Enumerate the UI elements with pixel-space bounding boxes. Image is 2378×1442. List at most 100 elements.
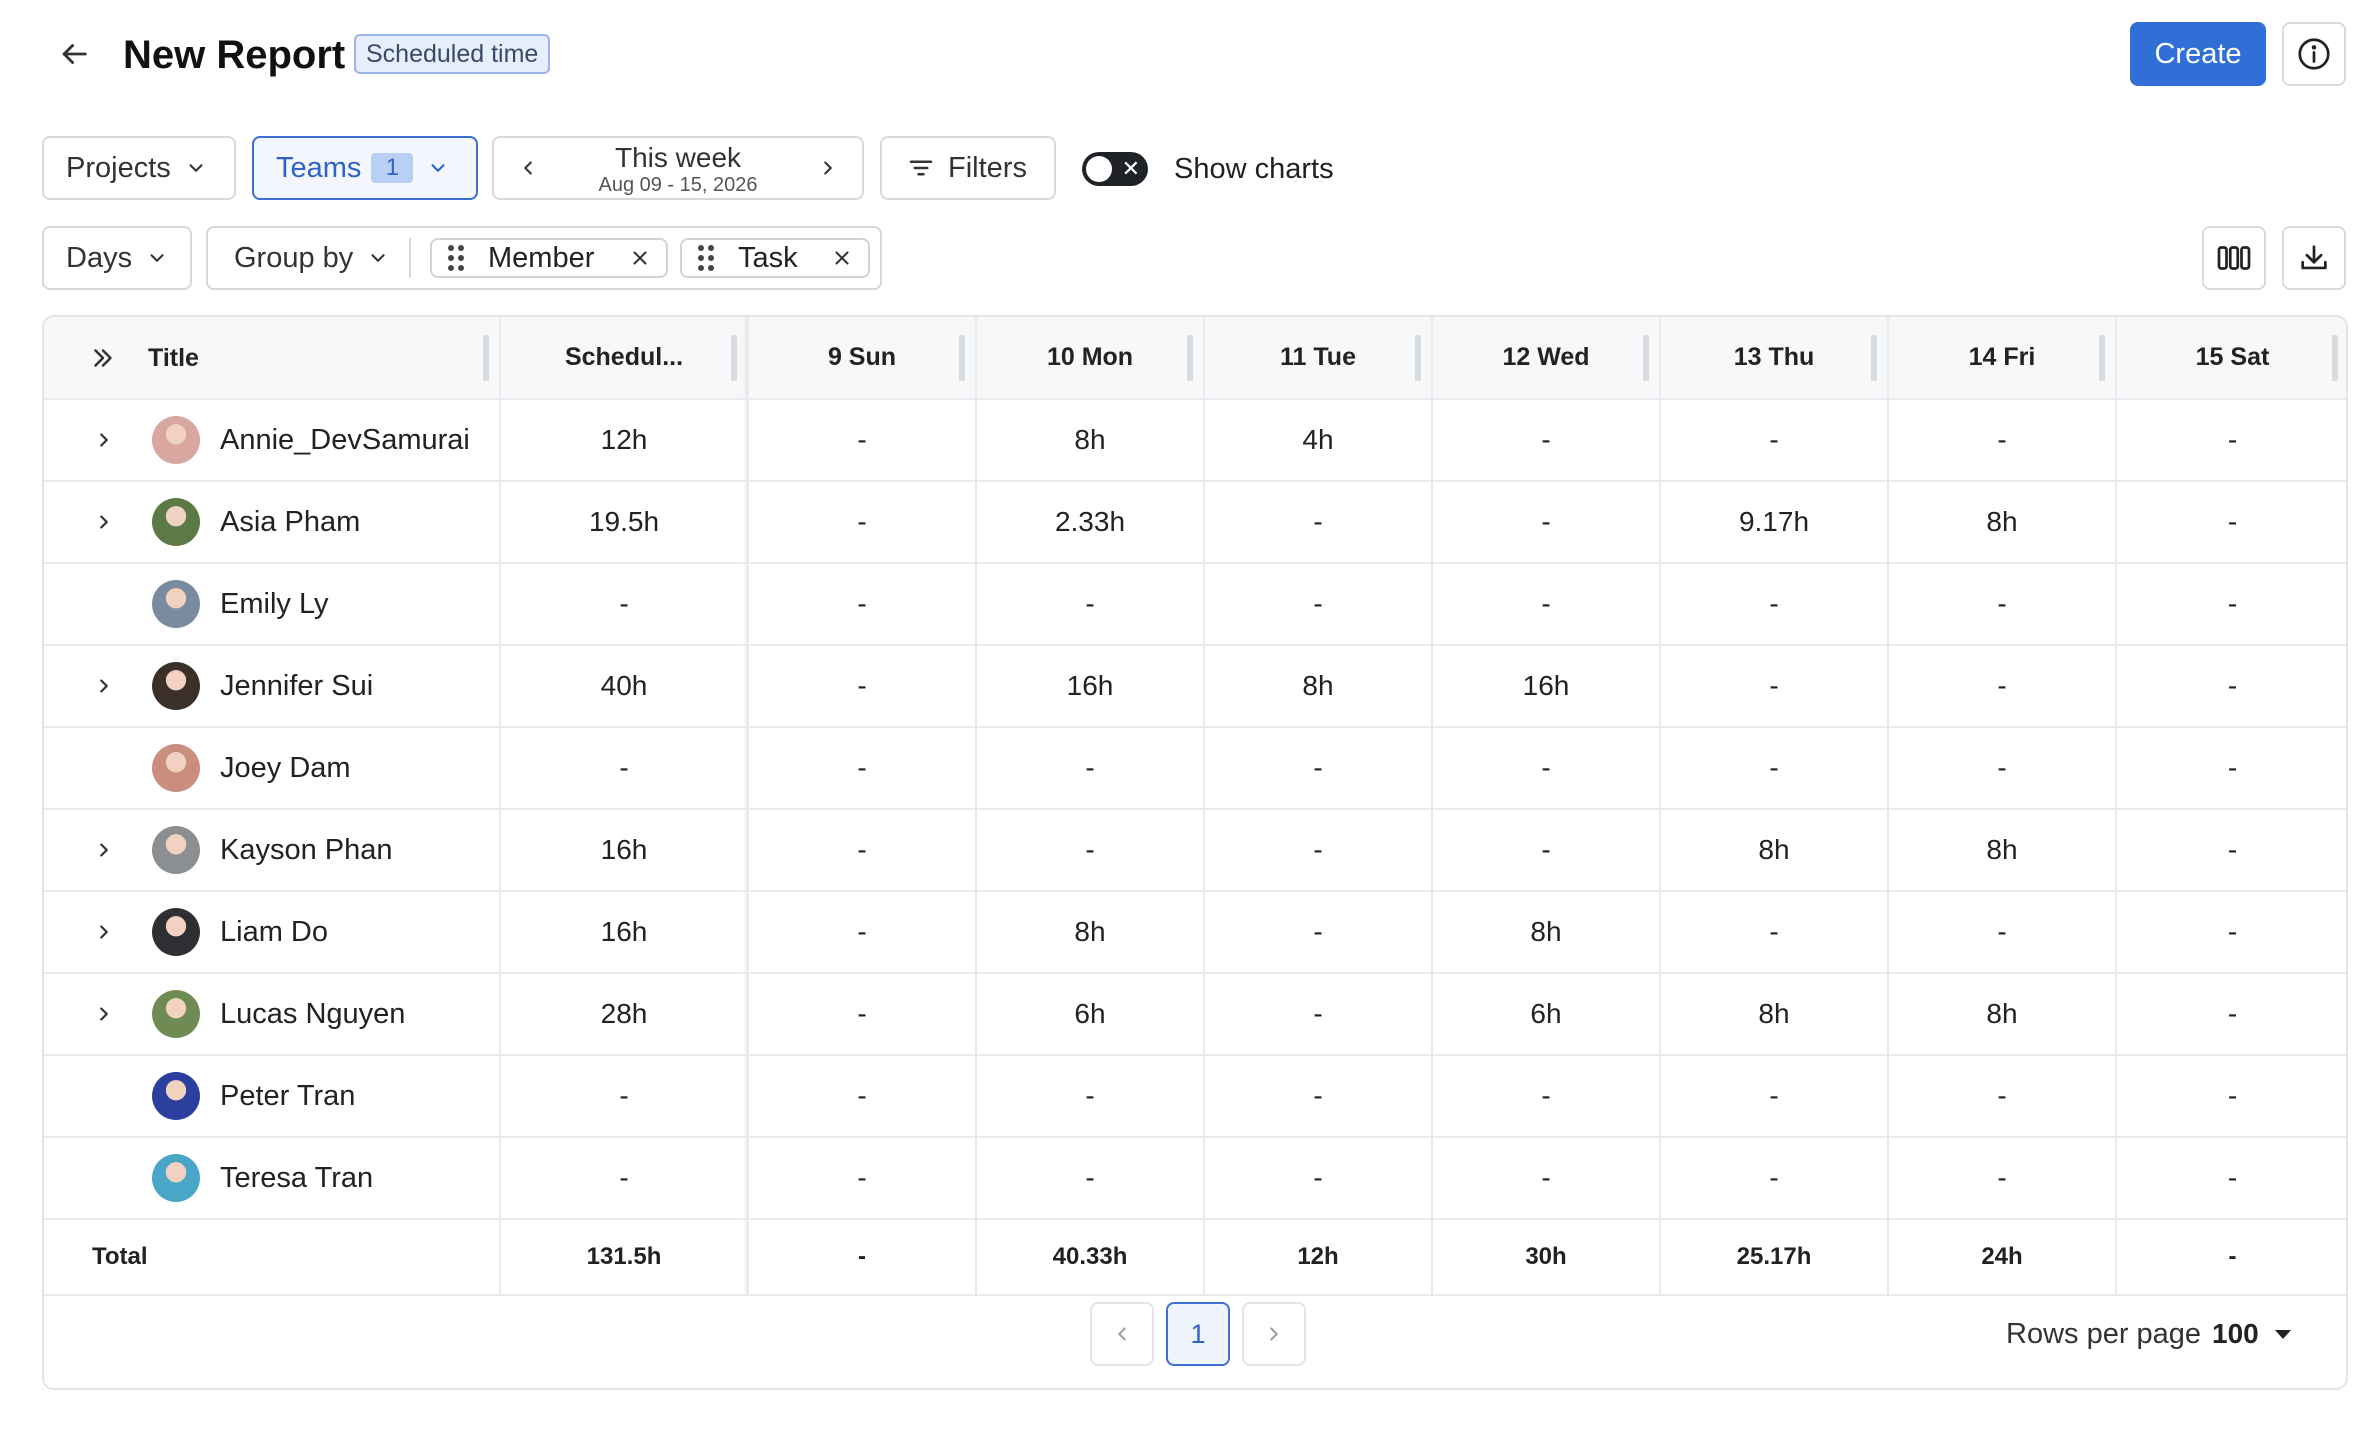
week-label[interactable]: This week xyxy=(494,142,862,174)
column-header-label: Schedul... xyxy=(564,343,684,371)
member-cell-content: Lucas Nguyen xyxy=(44,974,499,1054)
total-day-cell: - xyxy=(2116,1219,2346,1296)
column-resize-handle[interactable] xyxy=(483,335,489,381)
expand-row-button[interactable] xyxy=(86,914,122,950)
column-header-title[interactable]: Title xyxy=(44,317,501,400)
day-hours-cell: - xyxy=(1432,809,1661,892)
member-cell: Joey Dam xyxy=(44,727,501,810)
create-button[interactable]: Create xyxy=(2130,22,2266,86)
table-row[interactable]: Liam Do 16h -8h -8h - - - xyxy=(44,891,2346,974)
column-header-day[interactable]: 10 Mon xyxy=(976,317,1205,400)
avatar xyxy=(152,416,200,464)
scheduled-total-cell: 40h xyxy=(500,645,749,728)
day-hours-cell: - xyxy=(1660,1055,1889,1138)
info-button[interactable] xyxy=(2282,22,2346,86)
expand-row-button[interactable] xyxy=(86,668,122,704)
column-resize-handle[interactable] xyxy=(1643,335,1649,381)
total-day-cell: - xyxy=(748,1219,977,1296)
column-resize-handle[interactable] xyxy=(2332,335,2338,381)
column-resize-handle[interactable] xyxy=(1415,335,1421,381)
teams-dropdown[interactable]: Teams 1 xyxy=(252,136,478,200)
filters-button[interactable]: Filters xyxy=(880,136,1056,200)
show-charts-toggle[interactable]: ✕ xyxy=(1082,152,1148,186)
divider xyxy=(409,238,412,278)
download-icon xyxy=(2301,245,2327,270)
previous-page-button[interactable] xyxy=(1090,1302,1154,1366)
table-row[interactable]: Peter Tran - - - - - - - - xyxy=(44,1055,2346,1138)
expand-row-button[interactable] xyxy=(86,832,122,868)
column-resize-handle[interactable] xyxy=(1187,335,1193,381)
member-name: Emily Ly xyxy=(220,588,329,620)
column-resize-handle[interactable] xyxy=(2099,335,2105,381)
day-hours-cell: - xyxy=(748,973,977,1056)
table-row[interactable]: Kayson Phan 16h - - - -8h 8h - xyxy=(44,809,2346,892)
expand-row-button[interactable] xyxy=(86,996,122,1032)
group-chip-task[interactable]: Task xyxy=(680,238,870,278)
remove-task-button[interactable] xyxy=(830,246,854,270)
table-body: Annie_DevSamurai 12h -8h 4h - - - - Asia Pham 19.… xyxy=(44,399,2346,1296)
column-header-day[interactable]: 12 Wed xyxy=(1432,317,1661,400)
day-hours-cell: 2.33h xyxy=(976,481,1205,564)
column-header-day[interactable]: 14 Fri xyxy=(1888,317,2117,400)
member-cell-content: Liam Do xyxy=(44,892,499,972)
table-row[interactable]: Asia Pham 19.5h -2.33h - -9.17h 8h - xyxy=(44,481,2346,564)
table-row[interactable]: Teresa Tran - - - - - - - - xyxy=(44,1137,2346,1220)
member-cell-content: Asia Pham xyxy=(44,482,499,562)
scheduled-total-cell: - xyxy=(500,563,749,646)
member-cell: Asia Pham xyxy=(44,481,501,564)
drag-handle-icon[interactable] xyxy=(448,245,470,271)
group-chip-label: Member xyxy=(488,241,595,274)
show-charts-label: Show charts xyxy=(1174,153,1334,185)
back-button[interactable] xyxy=(52,32,96,76)
day-hours-cell: - xyxy=(1204,973,1433,1056)
column-resize-handle[interactable] xyxy=(731,335,737,381)
day-hours-cell: - xyxy=(1204,891,1433,974)
close-icon xyxy=(633,251,647,265)
projects-dropdown[interactable]: Projects xyxy=(42,136,236,200)
day-hours-cell: - xyxy=(1432,1055,1661,1138)
column-resize-handle[interactable] xyxy=(1871,335,1877,381)
column-header-scheduled[interactable]: Schedul... xyxy=(500,317,749,400)
column-resize-handle[interactable] xyxy=(959,335,965,381)
avatar xyxy=(152,908,200,956)
table-row[interactable]: Joey Dam - - - - - - - - xyxy=(44,727,2346,810)
day-hours-cell: - xyxy=(1888,563,2117,646)
rows-per-page-select[interactable]: 100 xyxy=(2212,1312,2312,1356)
remove-member-button[interactable] xyxy=(628,246,652,270)
day-hours-cell: - xyxy=(976,563,1205,646)
expand-row-button[interactable] xyxy=(86,504,122,540)
table-row[interactable]: Annie_DevSamurai 12h -8h 4h - - - - xyxy=(44,399,2346,482)
table-row[interactable]: Jennifer Sui 40h -16h 8h 16h - - - xyxy=(44,645,2346,728)
group-by-dropdown[interactable]: Group by xyxy=(234,242,389,275)
column-header-day[interactable]: 15 Sat xyxy=(2116,317,2346,400)
total-scheduled-cell: 131.5h xyxy=(500,1219,749,1296)
filters-label: Filters xyxy=(948,151,1027,184)
download-button[interactable] xyxy=(2282,226,2346,290)
column-header-day[interactable]: 11 Tue xyxy=(1204,317,1433,400)
arrow-left-icon xyxy=(62,44,87,64)
scheduled-total-cell: 28h xyxy=(500,973,749,1056)
day-hours-cell: 8h xyxy=(976,399,1205,482)
rows-per-page-label: Rows per page xyxy=(2006,1318,2202,1350)
table-row[interactable]: Lucas Nguyen 28h -6h -6h 8h 8h - xyxy=(44,973,2346,1056)
total-day-cell: 24h xyxy=(1888,1219,2117,1296)
total-row: Total 131.5h -40.33h 12h 30h 25.17h 24h - xyxy=(44,1219,2346,1296)
next-page-button[interactable] xyxy=(1242,1302,1306,1366)
column-header-day[interactable]: 9 Sun xyxy=(748,317,977,400)
close-icon xyxy=(835,251,849,265)
days-dropdown[interactable]: Days xyxy=(42,226,192,290)
column-header-day[interactable]: 13 Thu xyxy=(1660,317,1889,400)
expand-row-button[interactable] xyxy=(86,422,122,458)
expand-all-icon[interactable] xyxy=(88,343,118,373)
drag-handle-icon[interactable] xyxy=(698,245,720,271)
page-header: New Report Scheduled time Create xyxy=(0,0,2378,110)
table-row[interactable]: Emily Ly - - - - - - - - xyxy=(44,563,2346,646)
chevron-down-icon xyxy=(189,164,203,172)
next-week-button[interactable] xyxy=(808,148,848,188)
column-header-label: 14 Fri xyxy=(1968,343,2036,371)
columns-button[interactable] xyxy=(2202,226,2266,290)
member-name: Annie_DevSamurai xyxy=(220,424,470,456)
page-button[interactable]: 1 xyxy=(1166,1302,1230,1366)
total-label: Total xyxy=(44,1219,501,1296)
group-chip-member[interactable]: Member xyxy=(430,238,668,278)
